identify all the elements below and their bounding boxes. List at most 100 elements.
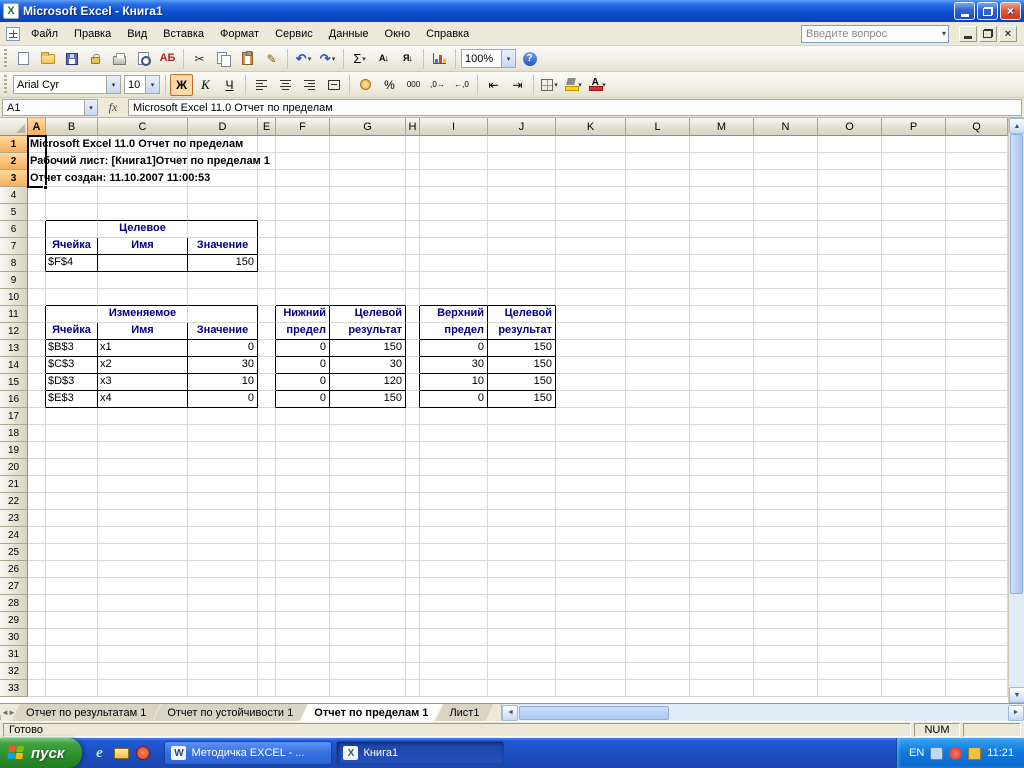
cell[interactable]	[946, 459, 1008, 476]
cell[interactable]	[98, 425, 188, 442]
column-header-B[interactable]: B	[46, 118, 98, 136]
cell[interactable]	[28, 510, 46, 527]
cell[interactable]	[406, 476, 420, 493]
cell[interactable]	[556, 374, 626, 391]
cell[interactable]	[690, 544, 754, 561]
cell[interactable]	[626, 204, 690, 221]
cell[interactable]	[46, 561, 98, 578]
cell[interactable]	[406, 612, 420, 629]
column-header-E[interactable]: E	[258, 118, 276, 136]
cell[interactable]	[330, 510, 406, 527]
cell[interactable]	[258, 221, 276, 238]
cell[interactable]: 0	[188, 391, 258, 408]
cell[interactable]	[276, 289, 330, 306]
cell[interactable]	[258, 340, 276, 357]
toolbar-grip[interactable]	[4, 74, 7, 95]
cell[interactable]	[258, 680, 276, 697]
cell[interactable]	[46, 187, 98, 204]
cell[interactable]	[556, 323, 626, 340]
underline-button[interactable]: Ч	[218, 74, 241, 96]
row-header-4[interactable]: 4	[0, 187, 28, 204]
cell[interactable]	[626, 578, 690, 595]
cell[interactable]	[276, 510, 330, 527]
cell[interactable]	[818, 595, 882, 612]
cell[interactable]	[556, 255, 626, 272]
tray-icon[interactable]	[949, 746, 963, 760]
cell[interactable]	[46, 306, 98, 323]
merge-center-button[interactable]	[322, 74, 345, 96]
workbook-minimize-button[interactable]	[959, 25, 977, 42]
cell[interactable]	[818, 442, 882, 459]
row-header-21[interactable]: 21	[0, 476, 28, 493]
cell[interactable]	[946, 340, 1008, 357]
cell[interactable]	[690, 646, 754, 663]
cell[interactable]	[882, 527, 946, 544]
cell[interactable]	[754, 238, 818, 255]
menu-tools[interactable]: Сервис	[267, 24, 321, 44]
cell[interactable]	[98, 561, 188, 578]
cell[interactable]: Ячейка	[46, 323, 98, 340]
cell[interactable]	[276, 204, 330, 221]
cell[interactable]	[690, 629, 754, 646]
cell[interactable]	[626, 493, 690, 510]
vertical-scroll-track[interactable]	[1009, 134, 1024, 687]
cell[interactable]	[98, 612, 188, 629]
row-header-9[interactable]: 9	[0, 272, 28, 289]
workbook-close-button[interactable]: ×	[999, 25, 1017, 42]
cell[interactable]	[276, 493, 330, 510]
cell[interactable]	[330, 153, 406, 170]
row-header-12[interactable]: 12	[0, 323, 28, 340]
cell[interactable]: 30	[330, 357, 406, 374]
cell[interactable]	[754, 136, 818, 153]
cell[interactable]	[98, 408, 188, 425]
zoom-combo[interactable]: 100% ▾	[461, 49, 516, 68]
cell[interactable]	[188, 476, 258, 493]
cell[interactable]	[98, 510, 188, 527]
menu-view[interactable]: Вид	[119, 24, 155, 44]
cell[interactable]	[258, 493, 276, 510]
cell[interactable]	[754, 374, 818, 391]
cell[interactable]	[406, 544, 420, 561]
cell[interactable]	[488, 153, 556, 170]
cell[interactable]	[882, 272, 946, 289]
cell[interactable]	[276, 255, 330, 272]
cell[interactable]	[626, 187, 690, 204]
column-header-Q[interactable]: Q	[946, 118, 1008, 136]
currency-style-button[interactable]	[354, 74, 377, 96]
cell[interactable]	[946, 255, 1008, 272]
cell[interactable]	[330, 629, 406, 646]
cell[interactable]	[626, 340, 690, 357]
cell[interactable]	[28, 646, 46, 663]
column-header-N[interactable]: N	[754, 118, 818, 136]
cell[interactable]	[420, 476, 488, 493]
cell[interactable]	[946, 204, 1008, 221]
cell[interactable]	[626, 680, 690, 697]
cell[interactable]	[488, 527, 556, 544]
cell[interactable]	[556, 238, 626, 255]
row-header-31[interactable]: 31	[0, 646, 28, 663]
cell[interactable]: Целевой	[330, 306, 406, 323]
cell[interactable]	[330, 255, 406, 272]
cell[interactable]	[882, 289, 946, 306]
cell[interactable]	[258, 255, 276, 272]
cell[interactable]: Имя	[98, 323, 188, 340]
chevron-down-icon[interactable]: ▾	[106, 76, 120, 93]
question-input[interactable]: Введите вопрос ▾	[801, 24, 949, 43]
cell[interactable]	[28, 408, 46, 425]
cell[interactable]	[28, 561, 46, 578]
scroll-down-button[interactable]: ▼	[1009, 687, 1024, 703]
cell[interactable]	[98, 527, 188, 544]
cell[interactable]	[46, 595, 98, 612]
cell[interactable]	[754, 493, 818, 510]
cell[interactable]	[276, 136, 330, 153]
cell[interactable]	[258, 442, 276, 459]
cell[interactable]: предел	[276, 323, 330, 340]
cell[interactable]	[98, 663, 188, 680]
column-header-J[interactable]: J	[488, 118, 556, 136]
cell[interactable]: Изменяемое	[98, 306, 188, 323]
cell[interactable]	[258, 391, 276, 408]
sheet-tab-лист1[interactable]: Лист1	[435, 704, 493, 721]
cell[interactable]	[626, 374, 690, 391]
cell[interactable]	[488, 442, 556, 459]
cell[interactable]	[946, 612, 1008, 629]
